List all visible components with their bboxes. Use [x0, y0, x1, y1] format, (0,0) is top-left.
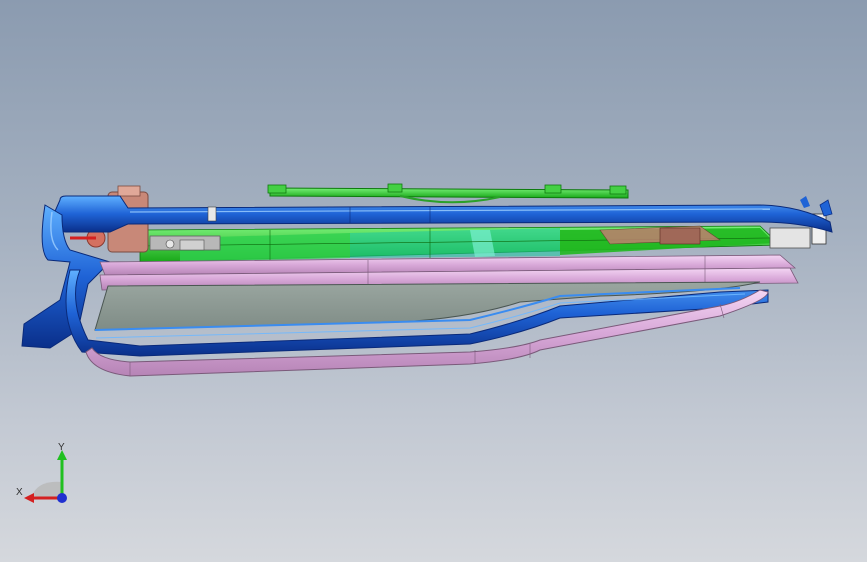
y-axis-label: Y	[58, 442, 65, 453]
z-axis-dot	[57, 493, 67, 503]
x-axis-label: X	[16, 487, 23, 498]
coordinate-triad	[10, 440, 80, 510]
3d-model-viewport[interactable]: X Y	[0, 0, 867, 562]
axis-triad-graphic	[24, 450, 67, 503]
guide-rail-top[interactable]	[267, 183, 629, 204]
sunroof-assembly-model[interactable]	[0, 0, 867, 562]
